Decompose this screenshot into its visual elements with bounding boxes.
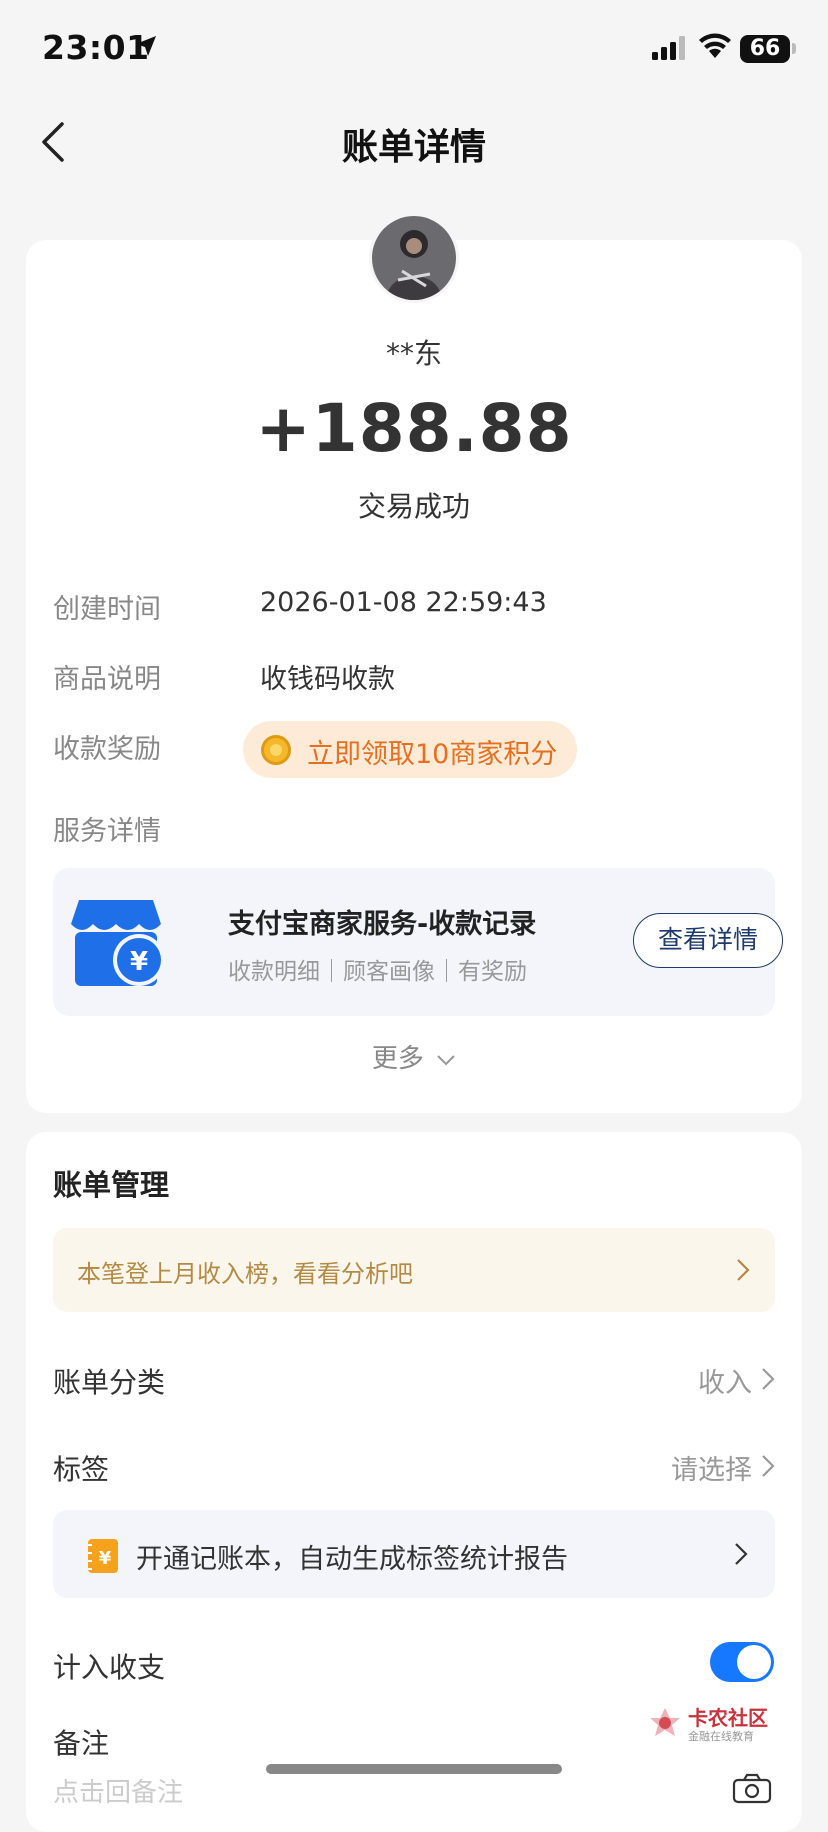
battery-icon: 66 <box>740 35 790 63</box>
svg-text:¥: ¥ <box>130 947 148 977</box>
include-in-budget-label: 计入收支 <box>53 1651 166 1684</box>
more-button[interactable]: 更多 <box>26 1038 802 1075</box>
coin-icon <box>261 735 291 765</box>
transaction-card: **东 +188.88 交易成功 创建时间 2026-01-08 22:59:4… <box>26 213 802 1113</box>
wifi-icon <box>698 33 732 63</box>
bill-category-label: 账单分类 <box>53 1366 166 1399</box>
claim-reward-button[interactable]: 立即领取10商家积分 <box>243 721 577 778</box>
service-details-label: 服务详情 <box>53 816 161 847</box>
chevron-right-icon <box>735 1543 748 1565</box>
more-label: 更多 <box>371 1044 424 1074</box>
camera-icon[interactable] <box>732 1772 772 1808</box>
cellular-signal-icon <box>652 36 688 64</box>
income-analysis-text: 本笔登上月收入榜，看看分析吧 <box>77 1260 413 1288</box>
home-indicator[interactable] <box>266 1764 562 1774</box>
open-ledger-text: 开通记账本，自动生成标签统计报告 <box>136 1544 568 1575</box>
product-value: 收钱码收款 <box>260 664 395 695</box>
tag-value[interactable]: 请选择 <box>671 1448 752 1487</box>
view-details-button[interactable]: 查看详情 <box>633 913 783 968</box>
chevron-right-icon <box>737 1259 750 1281</box>
transaction-amount: +188.88 <box>255 390 573 467</box>
open-ledger-banner[interactable]: ¥ 开通记账本，自动生成标签统计报告 <box>53 1510 775 1598</box>
bill-category-value[interactable]: 收入 <box>698 1361 752 1400</box>
page-title: 账单详情 <box>341 127 486 168</box>
include-in-budget-toggle[interactable] <box>710 1642 774 1682</box>
created-time-value: 2026-01-08 22:59:43 <box>260 587 547 618</box>
service-title: 支付宝商家服务-收款记录 <box>228 909 537 940</box>
section-title: 账单管理 <box>53 1168 170 1202</box>
ledger-book-icon: ¥ <box>86 1537 120 1579</box>
income-analysis-banner[interactable]: 本笔登上月收入榜，看看分析吧 <box>53 1228 775 1312</box>
transaction-status: 交易成功 <box>357 490 470 523</box>
service-tags: 收款明细｜顾客画像｜有奖励 <box>228 959 527 985</box>
created-time-label: 创建时间 <box>53 594 161 625</box>
watermark: 卡农社区 金融在线教育 <box>644 1702 774 1746</box>
location-arrow-icon <box>134 34 158 62</box>
tag-label: 标签 <box>53 1453 110 1486</box>
nav-bar: 账单详情 <box>0 100 828 184</box>
watermark-subtitle: 金融在线教育 <box>688 1730 754 1743</box>
merchant-store-icon: ¥ <box>69 894 165 994</box>
chevron-right-icon[interactable] <box>760 1366 776 1392</box>
watermark-title: 卡农社区 <box>688 1706 768 1730</box>
svg-text:¥: ¥ <box>99 1548 112 1569</box>
toggle-knob <box>737 1645 771 1679</box>
claim-reward-label: 立即领取10商家积分 <box>307 739 558 770</box>
watermark-logo-icon <box>648 1706 682 1744</box>
note-input[interactable]: 点击回备注 <box>53 1772 183 1809</box>
battery-cap <box>792 43 796 54</box>
merchant-service-box[interactable]: ¥ 支付宝商家服务-收款记录 收款明细｜顾客画像｜有奖励 查看详情 <box>53 868 783 1016</box>
chevron-right-icon[interactable] <box>760 1453 776 1479</box>
avatar[interactable] <box>369 213 459 303</box>
chevron-down-icon <box>437 1054 455 1065</box>
status-bar: 23:01 66 <box>0 0 828 100</box>
payer-name: **东 <box>385 337 442 370</box>
note-label: 备注 <box>53 1727 110 1760</box>
product-label: 商品说明 <box>53 664 161 695</box>
reward-label: 收款奖励 <box>53 734 161 765</box>
